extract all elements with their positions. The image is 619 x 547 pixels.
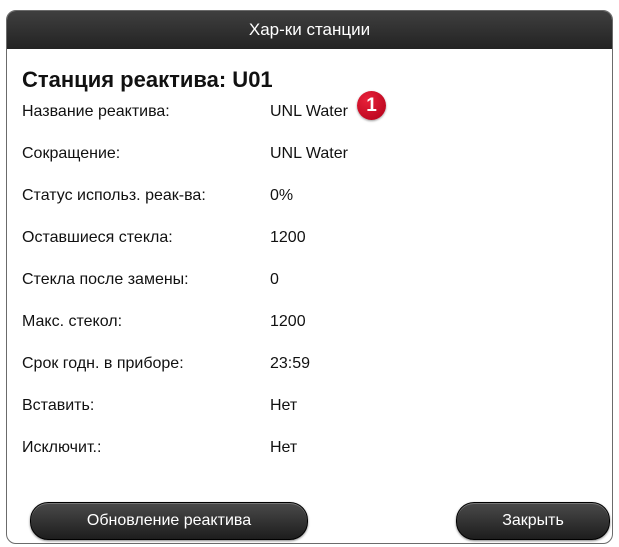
property-label: Название реактива: [22,103,170,120]
property-label: Стекла после замены: [22,271,189,288]
property-label: Сокращение: [22,145,121,162]
close-button[interactable]: Закрыть [456,502,610,540]
callout-badge: 1 [357,91,386,120]
property-value: UNL Water [270,103,348,120]
property-row-slides-remaining: Оставшиеся стекла: 1200 [22,229,582,271]
property-value: 0 [270,271,279,288]
property-row-reagent-name: Название реактива: UNL Water [22,103,582,145]
property-row-shelf-life: Срок годн. в приборе: 23:59 [22,355,582,397]
property-row-excluded: Исключит.: Нет [22,439,582,481]
update-reagent-button[interactable]: Обновление реактива [30,502,308,540]
property-row-abbreviation: Сокращение: UNL Water [22,145,582,187]
property-label: Макс. стекол: [22,313,123,330]
property-value: 0% [270,187,294,204]
property-label: Срок годн. в приборе: [22,355,184,372]
property-value: 1200 [270,229,306,246]
property-value: 23:59 [270,355,311,372]
property-row-inserted: Вставить: Нет [22,397,582,439]
property-value: Нет [270,397,298,414]
property-label: Вставить: [22,397,95,414]
property-list: Название реактива: UNL Water Сокращение:… [22,103,582,481]
property-label: Исключит.: [22,439,102,456]
property-row-max-slides: Макс. стекол: 1200 [22,313,582,355]
dialog-title: Хар-ки станции [7,11,612,49]
station-properties-dialog: Хар-ки станции Станция реактива: U01 Наз… [6,10,613,544]
property-value: UNL Water [270,145,348,162]
property-row-usage-status: Статус использ. реак-ва: 0% [22,187,582,229]
property-value: 1200 [270,313,306,330]
station-heading: Станция реактива: U01 [22,67,273,92]
property-value: Нет [270,439,298,456]
property-label: Статус использ. реак-ва: [22,187,206,204]
property-row-slides-since-change: Стекла после замены: 0 [22,271,582,313]
property-label: Оставшиеся стекла: [22,229,173,246]
